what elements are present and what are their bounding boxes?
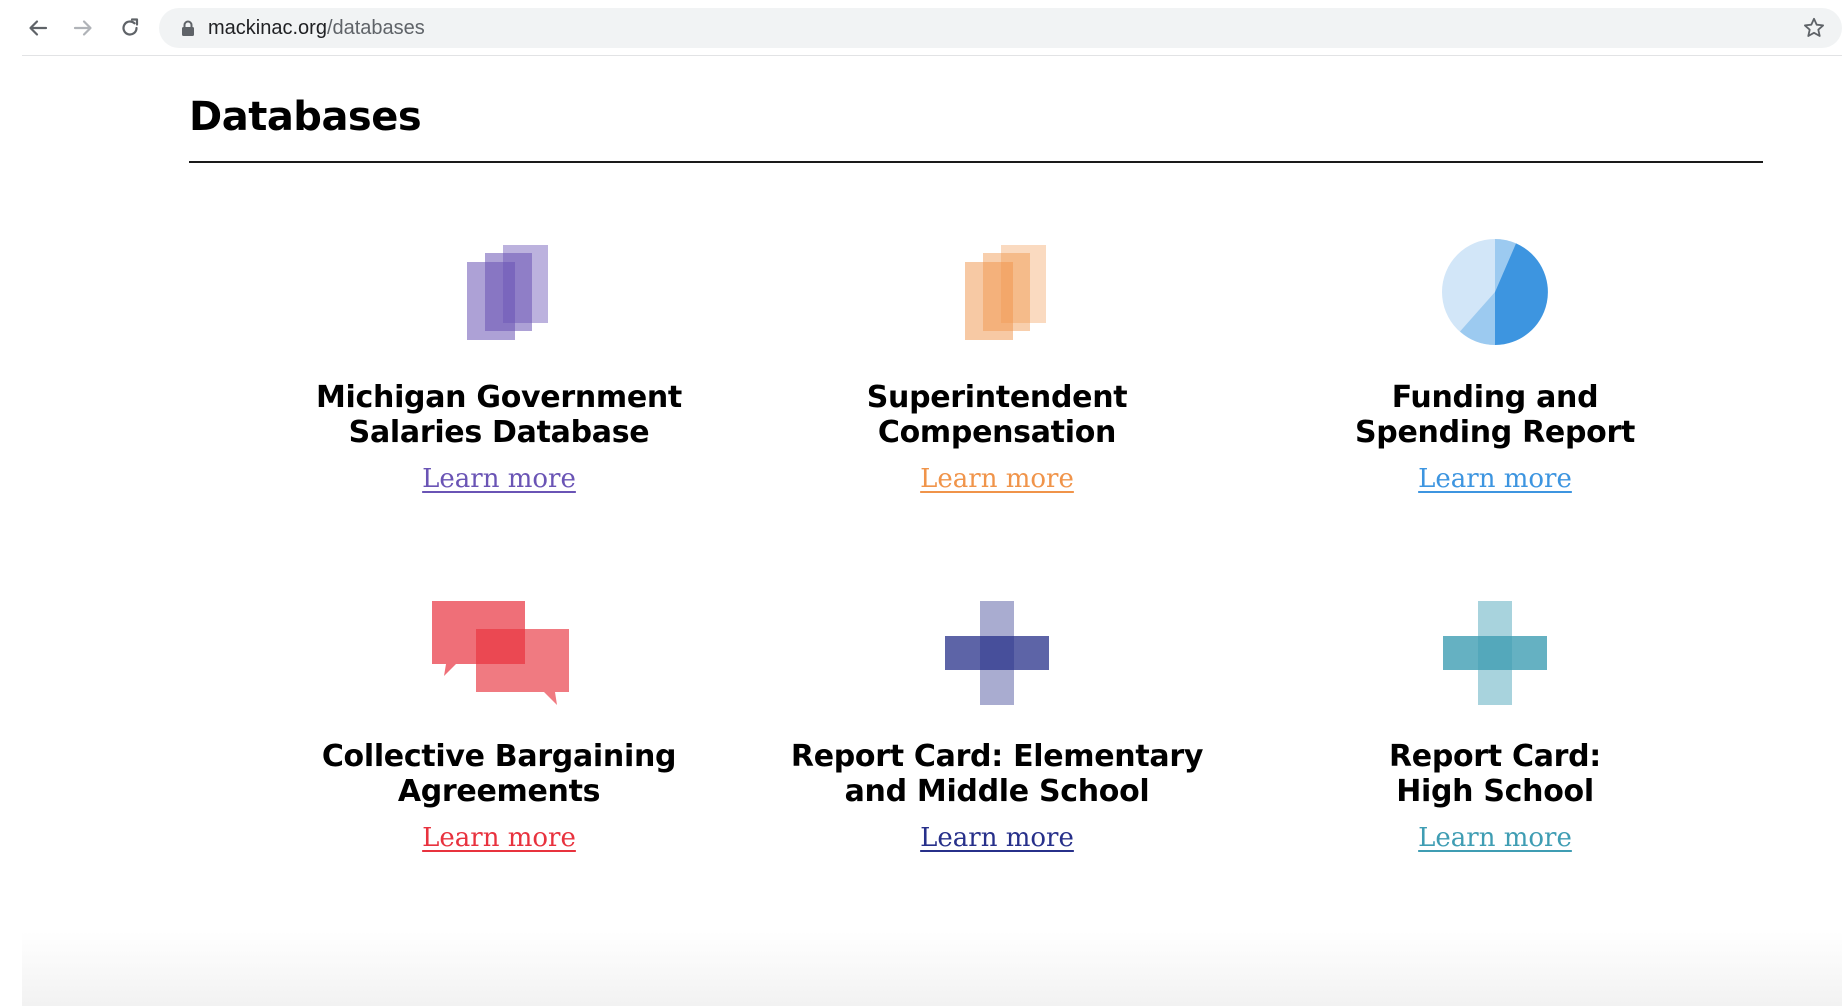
footer-shade <box>22 931 1842 1006</box>
learn-more-link[interactable]: Learn more <box>1418 823 1572 853</box>
learn-more-link[interactable]: Learn more <box>422 464 576 494</box>
card-report-card-elementary: Report Card: Elementary and Middle Schoo… <box>757 593 1237 853</box>
card-title: Report Card: Elementary and Middle Schoo… <box>757 739 1237 809</box>
card-title-line1: Collective Bargaining <box>321 739 677 774</box>
stacked-documents-icon <box>439 234 559 354</box>
forward-arrow-icon[interactable] <box>67 12 99 44</box>
card-title-line1: Report Card: Elementary <box>790 739 1204 774</box>
url-text[interactable]: mackinac.org/databases <box>208 8 425 48</box>
plus-cross-icon <box>937 593 1057 713</box>
learn-more-link[interactable]: Learn more <box>920 464 1074 494</box>
card-title-line2: Agreements <box>397 774 601 809</box>
card-title-line2: Salaries Database <box>348 415 650 450</box>
card-funding-spending: Funding and Spending Report Learn more <box>1255 234 1735 494</box>
page-content: Databases Michigan Government Salaries D… <box>22 56 1842 1006</box>
star-icon[interactable] <box>1802 16 1826 40</box>
stacked-documents-icon <box>937 234 1057 354</box>
browser-toolbar: mackinac.org/databases <box>22 0 1842 56</box>
card-superintendent-compensation: Superintendent Compensation Learn more <box>757 234 1237 494</box>
card-title-line2: Compensation <box>877 415 1117 450</box>
lock-icon[interactable] <box>181 20 195 36</box>
learn-more-link[interactable]: Learn more <box>920 823 1074 853</box>
card-title-line1: Superintendent <box>866 380 1128 415</box>
card-title-line1: Michigan Government <box>316 380 682 415</box>
speech-bubbles-icon <box>432 593 569 713</box>
page-title: Databases <box>189 94 422 140</box>
plus-cross-icon <box>1435 593 1555 713</box>
url-host: mackinac.org <box>208 17 327 39</box>
card-title-line1: Report Card: <box>1388 739 1602 774</box>
card-title: Superintendent Compensation <box>757 380 1237 450</box>
pie-chart-icon <box>1435 234 1555 354</box>
back-arrow-icon[interactable] <box>22 12 54 44</box>
card-title: Collective Bargaining Agreements <box>259 739 739 809</box>
url-path: /databases <box>326 17 425 39</box>
learn-more-link[interactable]: Learn more <box>422 823 576 853</box>
card-title-line2: Spending Report <box>1355 415 1635 450</box>
card-title-line1: Funding and <box>1391 380 1599 415</box>
card-title: Michigan Government Salaries Database <box>259 380 739 450</box>
address-bar[interactable]: mackinac.org/databases <box>159 8 1842 48</box>
card-title-line2: High School <box>1396 774 1594 809</box>
card-michigan-salaries: Michigan Government Salaries Database Le… <box>259 234 739 494</box>
card-title: Funding and Spending Report <box>1255 380 1735 450</box>
card-title-line2: and Middle School <box>844 774 1150 809</box>
card-report-card-high-school: Report Card: High School Learn more <box>1255 593 1735 853</box>
browser-window: mackinac.org/databases Databases Michiga… <box>0 0 1842 1006</box>
card-title: Report Card: High School <box>1255 739 1735 809</box>
title-divider <box>189 161 1763 163</box>
reload-icon[interactable] <box>114 12 146 44</box>
learn-more-link[interactable]: Learn more <box>1418 464 1572 494</box>
card-collective-bargaining: Collective Bargaining Agreements Learn m… <box>259 593 739 853</box>
